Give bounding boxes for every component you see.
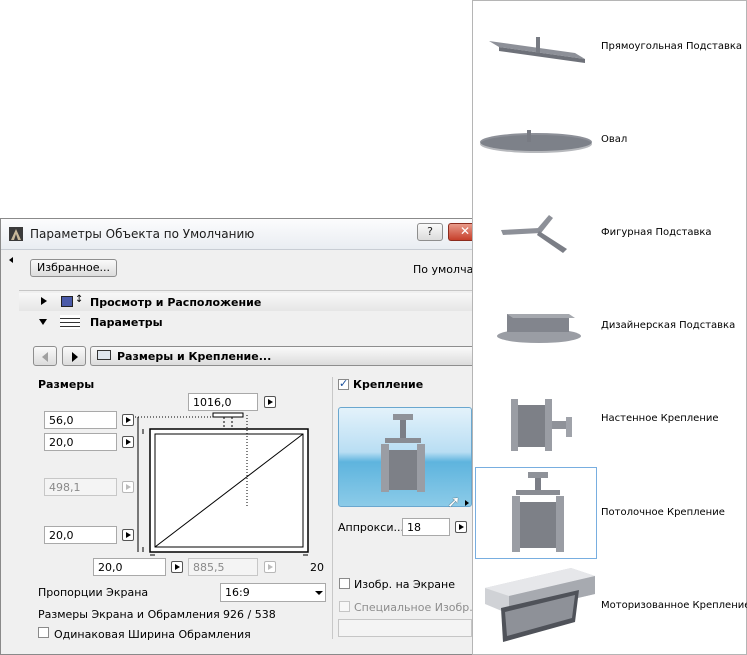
dropdown-arrow-icon bbox=[315, 591, 323, 595]
frame-top-field[interactable]: 20,0 bbox=[44, 433, 117, 451]
chevron-left-icon bbox=[42, 352, 48, 362]
title-bar: Параметры Объекта по Умолчанию ? ✕ bbox=[1, 219, 477, 250]
prev-page-button[interactable] bbox=[33, 346, 57, 366]
special-image-checkbox bbox=[339, 601, 350, 612]
page-selector[interactable]: Размеры и Крепление... bbox=[90, 346, 477, 366]
chevron-right-icon bbox=[72, 352, 78, 362]
screen-diagram bbox=[135, 412, 309, 556]
ceiling-mount-icon bbox=[381, 414, 425, 492]
mount-option-label: Потолочное Крепление bbox=[601, 507, 725, 518]
collapse-handle-icon[interactable] bbox=[9, 257, 13, 263]
section-label: Просмотр и Расположение bbox=[90, 296, 262, 309]
mount-type-popup: Прямоугольная Подставка Овал Фигурная По… bbox=[472, 0, 747, 655]
frame-right-value: 20 bbox=[310, 561, 324, 574]
section-parameters[interactable]: Параметры bbox=[19, 313, 477, 331]
approx-arrow-button[interactable] bbox=[455, 521, 467, 533]
special-image-field bbox=[338, 619, 472, 637]
mount-option-motorized-mount[interactable]: Моторизованное Крепление bbox=[473, 560, 747, 653]
panel-divider bbox=[332, 377, 333, 639]
top-offset-arrow-button[interactable] bbox=[122, 414, 134, 426]
height-field: 498,1 bbox=[44, 478, 117, 496]
inner-width-field: 885,5 bbox=[188, 558, 258, 576]
screen-image-checkbox[interactable] bbox=[339, 578, 350, 589]
mount-checkbox-label: Крепление bbox=[353, 378, 424, 391]
frame-left-field[interactable]: 20,0 bbox=[93, 558, 166, 576]
object-settings-dialog: Параметры Объекта по Умолчанию ? ✕ Избра… bbox=[0, 218, 478, 655]
sizes-heading: Размеры bbox=[38, 378, 95, 391]
aspect-label: Пропорции Экрана bbox=[38, 586, 149, 599]
favorites-button[interactable]: Избранное... bbox=[30, 259, 117, 277]
mount-option-oval[interactable]: Овал bbox=[473, 94, 746, 187]
dialog-title: Параметры Объекта по Умолчанию bbox=[30, 227, 255, 241]
collapse-arrow-icon bbox=[39, 319, 47, 325]
mount-preview-button[interactable]: ➚ bbox=[338, 407, 472, 511]
mount-option-label: Настенное Крепление bbox=[601, 413, 719, 424]
mount-option-label: Дизайнерская Подставка bbox=[601, 320, 736, 331]
mount-option-label: Овал bbox=[601, 134, 628, 145]
separator bbox=[19, 290, 477, 291]
oval-icon bbox=[480, 130, 592, 153]
parameters-list-icon bbox=[60, 315, 80, 329]
approx-label: Аппрокси... bbox=[338, 521, 404, 534]
screen-image-label: Изобр. на Экране bbox=[354, 578, 456, 591]
mount-option-label: Моторизованное Крепление bbox=[601, 600, 747, 611]
screen-sizes-label: Размеры Экрана и Обрамления bbox=[38, 608, 220, 621]
view-placement-icon bbox=[61, 296, 73, 307]
updown-arrows-icon: ↕ bbox=[75, 294, 84, 305]
close-icon: ✕ bbox=[460, 224, 471, 238]
height-arrow-button bbox=[122, 481, 134, 493]
monitor-icon bbox=[97, 350, 111, 360]
special-image-label: Специальное Изобр. bbox=[354, 601, 473, 614]
help-button-label: ? bbox=[427, 225, 433, 238]
next-page-button[interactable] bbox=[62, 346, 86, 366]
help-button[interactable]: ? bbox=[417, 223, 443, 241]
section-view-placement[interactable]: ↕ Просмотр и Расположение bbox=[19, 293, 477, 311]
mount-option-designer-stand[interactable]: Дизайнерская Подставка bbox=[473, 280, 746, 373]
aspect-select-value: 16:9 bbox=[225, 586, 250, 599]
mount-option-ceiling-mount[interactable]: Потолочное Крепление bbox=[473, 467, 746, 560]
mount-option-wall-mount[interactable]: Настенное Крепление bbox=[473, 373, 746, 466]
same-frame-label: Одинаковая Ширина Обрамления bbox=[54, 628, 251, 641]
expand-triangle-icon bbox=[465, 500, 469, 506]
checkmark-icon: ✓ bbox=[339, 377, 349, 390]
mount-option-figured-stand[interactable]: Фигурная Подставка bbox=[473, 187, 746, 280]
mount-checkbox[interactable]: ✓ bbox=[338, 377, 349, 390]
approx-field[interactable]: 18 bbox=[402, 518, 450, 536]
frame-bottom-field[interactable]: 20,0 bbox=[44, 526, 117, 544]
frame-left-arrow-button[interactable] bbox=[171, 561, 183, 573]
expand-arrow-icon bbox=[41, 297, 47, 305]
app-icon bbox=[9, 227, 23, 241]
screen-sizes-value: 926 / 538 bbox=[223, 608, 276, 621]
motorized-mount-icon bbox=[485, 568, 595, 642]
section-label: Параметры bbox=[90, 316, 163, 329]
wall-mount-icon bbox=[511, 399, 572, 451]
designer-stand-icon bbox=[497, 314, 581, 343]
rectangular-stand-icon bbox=[489, 37, 585, 63]
frame-bottom-arrow-button[interactable] bbox=[122, 529, 134, 541]
figured-stand-icon bbox=[501, 215, 567, 253]
inner-width-arrow-button bbox=[264, 561, 276, 573]
mount-option-label: Фигурная Подставка bbox=[601, 227, 712, 238]
page-selector-label: Размеры и Крепление... bbox=[117, 350, 272, 363]
favorites-button-label: Избранное... bbox=[37, 261, 110, 274]
ceiling-mount-icon bbox=[475, 467, 597, 559]
cursor-icon: ➚ bbox=[447, 492, 461, 511]
same-frame-checkbox[interactable] bbox=[38, 627, 49, 638]
mount-option-rectangular-stand[interactable]: Прямоугольная Подставка bbox=[473, 1, 746, 94]
frame-top-arrow-button[interactable] bbox=[122, 436, 134, 448]
mount-option-label: Прямоугольная Подставка bbox=[601, 41, 743, 52]
top-offset-field[interactable]: 56,0 bbox=[44, 411, 117, 429]
aspect-select[interactable]: 16:9 bbox=[220, 583, 326, 602]
default-label: По умолчанию bbox=[413, 263, 477, 276]
sizes-panel: Размеры 1016,0 56,0 20,0 498,1 20,0 20,0… bbox=[31, 371, 331, 651]
